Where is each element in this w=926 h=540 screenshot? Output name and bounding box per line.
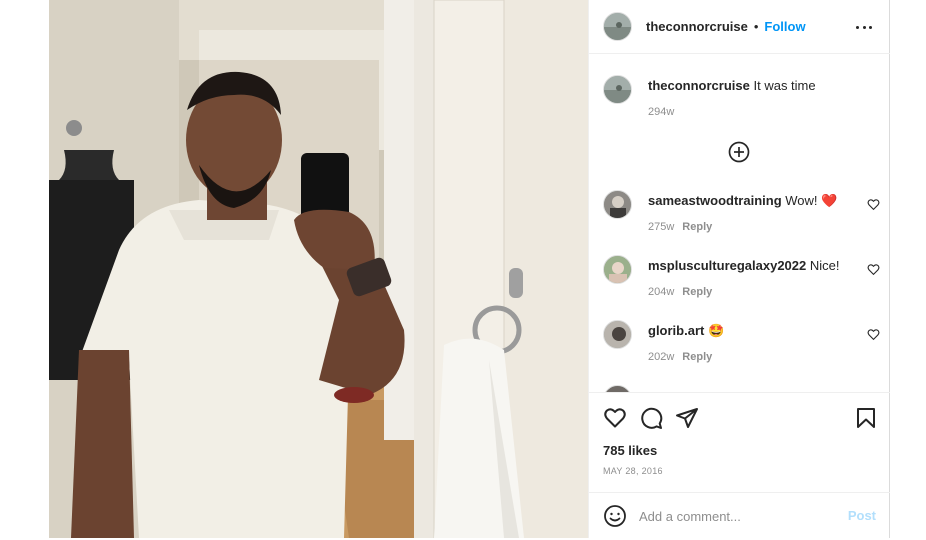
post-dialog: theconnorcruise • Follow theconnorcruise… <box>0 0 926 540</box>
post-photo[interactable] <box>49 0 588 538</box>
comment-age: 275w <box>648 221 675 233</box>
heart-icon[interactable] <box>603 406 627 430</box>
add-comment-bar: Post <box>589 492 890 538</box>
comment-icon[interactable] <box>639 406 663 430</box>
post-comment-button[interactable]: Post <box>848 508 876 523</box>
comments-section[interactable]: theconnorcruise It was time 294w sameast… <box>589 55 890 392</box>
comment-body: Nice! <box>809 258 840 273</box>
comment-meta: 202w Reply <box>648 351 712 363</box>
comment-body: Wow! ❤️ <box>785 193 838 208</box>
bookmark-icon[interactable] <box>854 406 878 430</box>
reply-button[interactable]: Reply <box>682 351 712 363</box>
author-avatar[interactable] <box>603 12 632 41</box>
comment-username[interactable]: sameastwoodtraining <box>648 193 782 208</box>
mirror-selfie-image <box>49 0 588 538</box>
like-comment-heart-icon[interactable] <box>867 198 880 211</box>
post-side-panel: theconnorcruise • Follow theconnorcruise… <box>588 0 890 538</box>
commenter-avatar[interactable] <box>603 385 632 392</box>
reply-button[interactable]: Reply <box>682 221 712 233</box>
share-icon[interactable] <box>675 406 699 430</box>
add-comment-input[interactable] <box>639 505 839 527</box>
caption-text: theconnorcruise It was time <box>648 78 816 94</box>
comment-text: sameastwoodtraining Wow! ❤️ <box>648 193 837 209</box>
like-comment-heart-icon[interactable] <box>867 263 880 276</box>
reply-button[interactable]: Reply <box>682 286 712 298</box>
comment-age: 202w <box>648 351 675 363</box>
comment-row: sameastwoodtraining Wow! ❤️ 275w Reply <box>603 190 883 240</box>
more-options-icon[interactable] <box>856 19 872 35</box>
comment-username[interactable]: glorib.art <box>648 323 704 338</box>
caption-avatar[interactable] <box>603 75 632 104</box>
comment-username[interactable]: msplusculturegalaxy2022 <box>648 258 806 273</box>
caption-row: theconnorcruise It was time 294w <box>603 75 883 125</box>
commenter-avatar[interactable] <box>603 190 632 219</box>
comment-row: msplusculturegalaxy2022 Nice! 204w Reply <box>603 255 883 305</box>
follow-button[interactable]: Follow <box>764 19 805 34</box>
author-username[interactable]: theconnorcruise <box>646 19 748 34</box>
separator-dot: • <box>753 19 759 34</box>
comment-body: 🤩 <box>707 323 725 338</box>
commenter-avatar[interactable] <box>603 255 632 284</box>
load-more-icon[interactable] <box>728 141 750 163</box>
post-actions: 785 likes MAY 28, 2016 <box>589 392 890 492</box>
comment-meta: 275w Reply <box>648 221 712 233</box>
comment-meta: 204w Reply <box>648 286 712 298</box>
caption-username[interactable]: theconnorcruise <box>648 78 750 93</box>
post-header: theconnorcruise • Follow <box>589 0 890 54</box>
emoji-icon[interactable] <box>603 504 627 528</box>
like-comment-heart-icon[interactable] <box>867 328 880 341</box>
caption-body: It was time <box>753 78 816 93</box>
likes-count[interactable]: 785 likes <box>603 443 657 458</box>
commenter-avatar[interactable] <box>603 320 632 349</box>
comment-row-partial <box>603 385 883 392</box>
comment-text: msplusculturegalaxy2022 Nice! <box>648 258 840 274</box>
caption-age: 294w <box>648 106 675 118</box>
post-date[interactable]: MAY 28, 2016 <box>603 466 663 476</box>
comment-row: glorib.art 🤩 202w Reply <box>603 320 883 370</box>
comment-text: glorib.art 🤩 <box>648 323 724 339</box>
comment-age: 204w <box>648 286 675 298</box>
